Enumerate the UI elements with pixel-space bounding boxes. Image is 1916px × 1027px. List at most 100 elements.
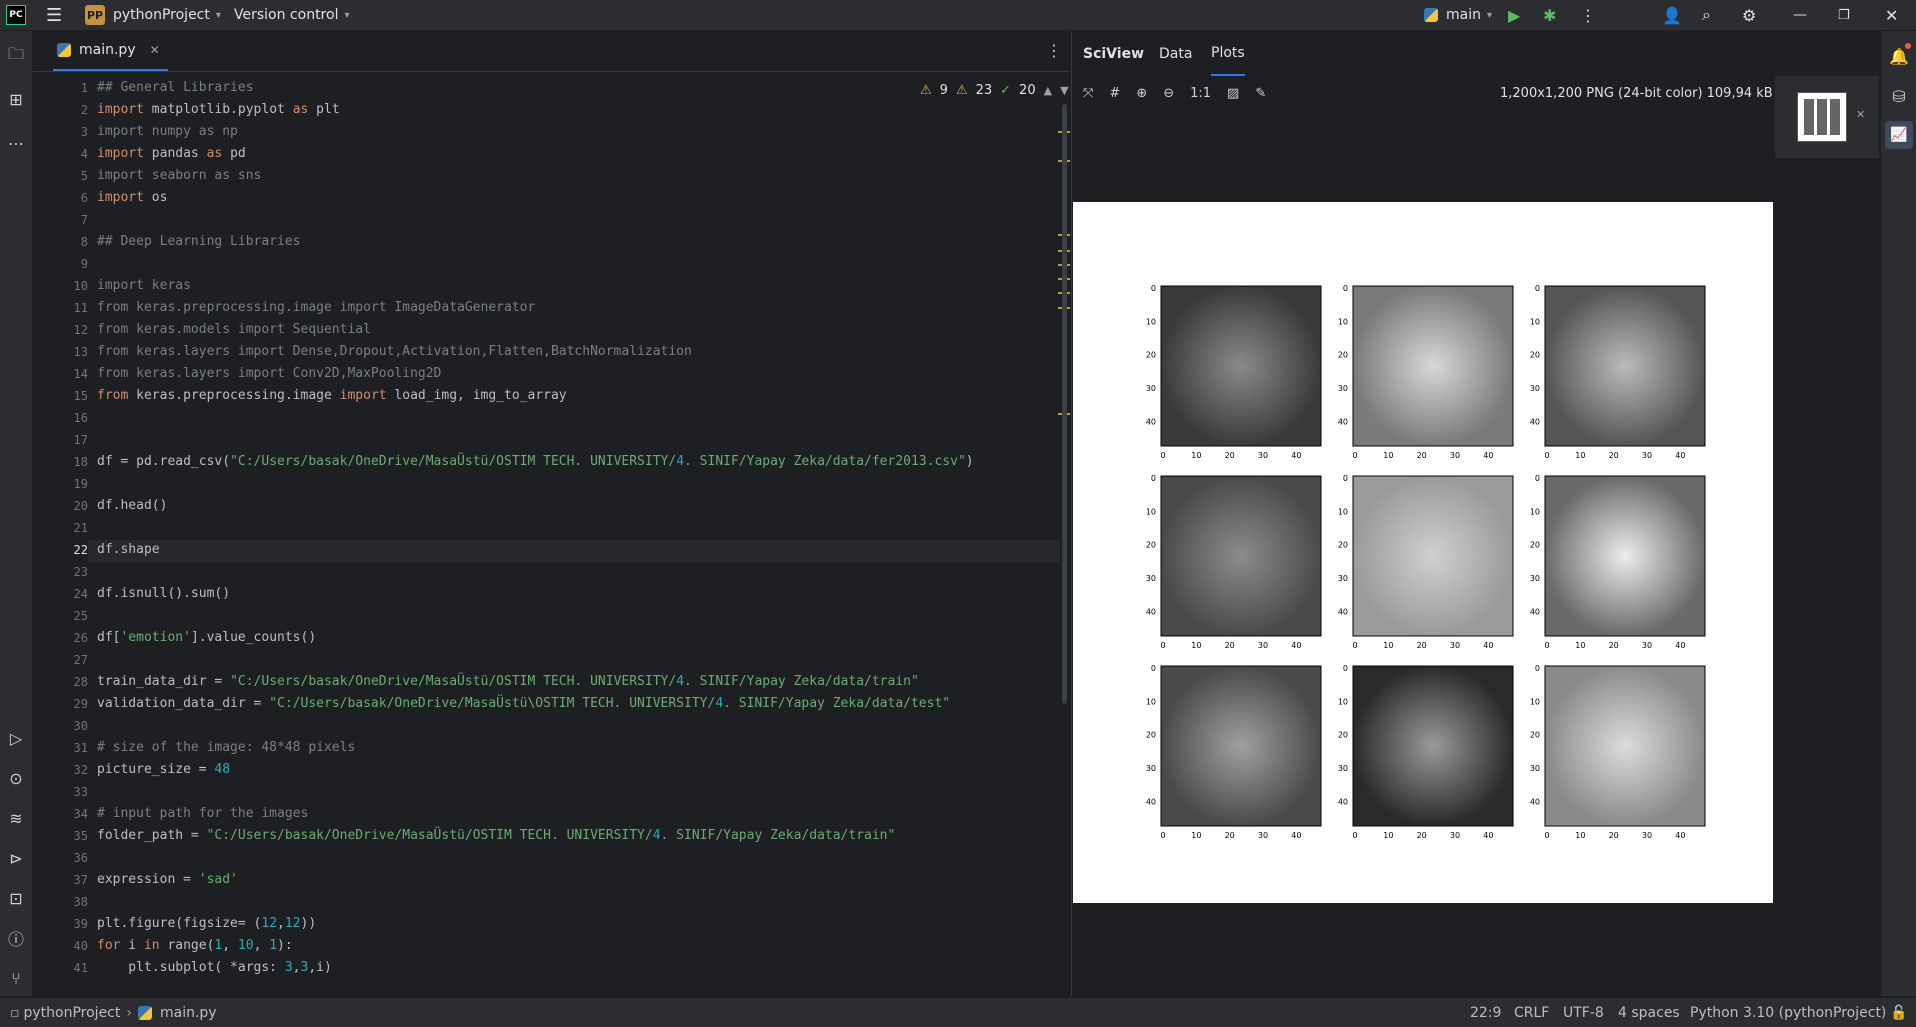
zoom-out-icon[interactable]: ⊖ [1163, 86, 1174, 101]
actual-size-button[interactable]: 1:1 [1190, 86, 1211, 101]
layers-icon[interactable]: ≋ [6, 808, 26, 828]
code-line[interactable]: from keras.preprocessing.image import Im… [97, 300, 535, 315]
database-icon[interactable]: ⛁ [1889, 86, 1909, 106]
color-picker-icon[interactable]: ✎ [1255, 86, 1266, 101]
code-line[interactable]: import keras [97, 278, 191, 293]
x-tick-label: 0 [1544, 641, 1549, 650]
search-icon[interactable]: ⌕ [1702, 0, 1711, 30]
zoom-in-icon[interactable]: ⊕ [1136, 86, 1147, 101]
line-separator[interactable]: CRLF [1514, 998, 1549, 1027]
plot-image: 0 0 10 10 20 20 30 30 40 40 0 0 10 10 20 20 30 30 40 40 0 0 10… [1073, 202, 1773, 903]
notifications-icon[interactable]: 🔔 [1889, 46, 1909, 66]
chevron-up-icon[interactable]: ▲ [1044, 84, 1052, 97]
code-line[interactable]: from keras.preprocessing.image import lo… [97, 388, 567, 403]
background-icon[interactable]: ▨ [1227, 86, 1239, 101]
code-line[interactable]: # input path for the images [97, 806, 308, 821]
plot-thumbnail[interactable] [1797, 92, 1847, 142]
code-line[interactable]: import os [97, 190, 167, 205]
code-line[interactable]: df.head() [97, 498, 167, 513]
terminal-icon[interactable]: ⊡ [6, 888, 26, 908]
code-line[interactable]: train_data_dir = "C:/Users/basak/OneDriv… [97, 674, 919, 689]
code-line[interactable]: import numpy as np [97, 124, 238, 139]
problems-icon[interactable]: ⓘ [6, 928, 26, 949]
settings-icon[interactable]: ⚙ [1742, 0, 1756, 30]
editor-scrollbar[interactable] [1062, 104, 1067, 704]
main-menu-icon[interactable]: ☰ [46, 0, 62, 30]
structure-icon[interactable]: ⊞ [6, 89, 26, 109]
grid-icon[interactable]: # [1109, 86, 1120, 101]
code-line[interactable]: df['emotion'].value_counts() [97, 630, 316, 645]
close-tab-icon[interactable]: ✕ [150, 43, 160, 57]
code-line[interactable]: from keras.layers import Conv2D,MaxPooli… [97, 366, 441, 381]
debug-icon[interactable]: ✱ [1543, 0, 1556, 30]
code-line[interactable]: from keras.models import Sequential [97, 322, 371, 337]
add-user-icon[interactable]: 👤 [1662, 0, 1682, 30]
code-line[interactable]: import pandas as pd [97, 146, 246, 161]
tab-options-icon[interactable]: ⋮ [1046, 41, 1062, 60]
run-config-selector[interactable]: main ▾ [1424, 0, 1492, 30]
folder-icon[interactable]: 🗀 [6, 44, 26, 66]
maximize-icon[interactable]: ❐ [1838, 0, 1850, 30]
interpreter-selector[interactable]: Python 3.10 (pythonProject) [1690, 998, 1886, 1027]
git-icon[interactable]: ⑂ [6, 968, 26, 988]
code-line[interactable]: df.shape [97, 542, 160, 557]
code-line[interactable]: for i in range(1, 10, 1): [97, 938, 293, 953]
chevron-down-icon: ▾ [1486, 9, 1493, 21]
code-line[interactable]: plt.subplot( *args: 3,3,i) [97, 960, 332, 975]
lock-icon[interactable]: 🔓 [1890, 998, 1907, 1027]
caret-position[interactable]: 22:9 [1470, 998, 1501, 1027]
x-tick-label: 10 [1191, 831, 1201, 840]
indent-setting[interactable]: 4 spaces [1618, 998, 1680, 1027]
code-line[interactable]: ## General Libraries [97, 80, 254, 95]
line-number: 26 [73, 631, 88, 645]
line-number: 21 [73, 521, 88, 535]
file-encoding[interactable]: UTF-8 [1563, 998, 1604, 1027]
close-icon[interactable]: ✕ [1885, 0, 1898, 30]
y-tick-label: 20 [1530, 541, 1540, 550]
tab-main-py[interactable]: main.py ✕ [53, 31, 168, 71]
code-line[interactable]: plt.figure(figsize= (12,12)) [97, 916, 316, 931]
chevron-down-icon[interactable]: ▼ [1060, 84, 1068, 97]
minimize-icon[interactable]: — [1793, 0, 1807, 30]
y-tick-label: 30 [1338, 764, 1348, 773]
code-line[interactable]: # size of the image: 48*48 pixels [97, 740, 355, 755]
inspection-widget[interactable]: ⚠ 9 ⚠ 23 ✓ 20 ▲ ▼ [920, 80, 1069, 100]
face-image [1160, 285, 1322, 447]
breadcrumb-separator-icon: › [126, 1004, 132, 1021]
code-line[interactable]: df = pd.read_csv("C:/Users/basak/OneDriv… [97, 454, 974, 469]
python-console-icon[interactable]: ⊙ [6, 768, 26, 788]
code-line[interactable]: expression = 'sad' [97, 872, 238, 887]
code-line[interactable]: validation_data_dir = "C:/Users/basak/On… [97, 696, 950, 711]
x-tick-label: 40 [1291, 451, 1301, 460]
tab-plots[interactable]: Plots [1211, 31, 1245, 76]
tab-data[interactable]: Data [1159, 31, 1192, 76]
x-tick-label: 40 [1675, 451, 1685, 460]
face-image [1352, 285, 1514, 447]
project-switcher[interactable]: PP pythonProject ▾ [85, 0, 221, 30]
breadcrumb-file[interactable]: main.py [160, 1005, 217, 1021]
close-thumbnail-icon[interactable]: ✕ [1856, 108, 1865, 121]
run-icon[interactable]: ▶ [1508, 0, 1520, 30]
y-tick-label: 10 [1146, 317, 1156, 326]
more-tools-icon[interactable]: ⋯ [6, 133, 26, 153]
code-line[interactable]: ## Deep Learning Libraries [97, 234, 301, 249]
version-control-menu[interactable]: Version control ▾ [234, 0, 350, 30]
code-line[interactable]: from keras.layers import Dense,Dropout,A… [97, 344, 692, 359]
app-logo[interactable]: PC [6, 0, 26, 30]
more-actions-icon[interactable]: ⋮ [1580, 0, 1596, 30]
services-icon[interactable]: ⊳ [6, 848, 26, 868]
x-tick-label: 0 [1352, 451, 1357, 460]
sciview-icon[interactable]: 📈 [1885, 121, 1913, 149]
face-image [1352, 475, 1514, 637]
code-line[interactable]: df.isnull().sum() [97, 586, 230, 601]
code-line[interactable]: picture_size = 48 [97, 762, 230, 777]
code-line[interactable]: folder_path = "C:/Users/basak/OneDrive/M… [97, 828, 895, 843]
code-line[interactable]: import matplotlib.pyplot as plt [97, 102, 340, 117]
version-control-label: Version control [234, 7, 339, 23]
breadcrumb-project[interactable]: pythonProject [24, 1005, 121, 1021]
line-number: 18 [73, 455, 88, 469]
tab-label: main.py [79, 42, 136, 58]
run-tool-icon[interactable]: ▷ [6, 728, 26, 748]
code-line[interactable]: import seaborn as sns [97, 168, 261, 183]
fit-icon[interactable]: ⤧ [1083, 86, 1093, 101]
